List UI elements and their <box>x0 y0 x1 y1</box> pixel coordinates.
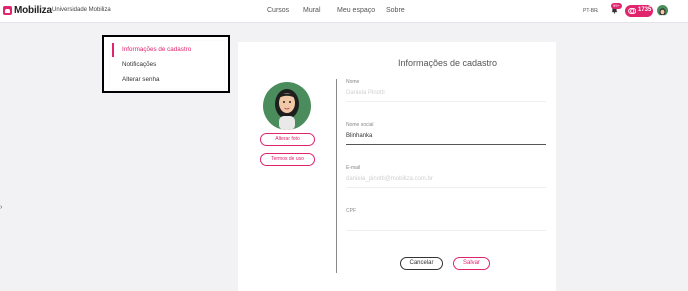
points-value: 1735 <box>638 7 652 13</box>
chevron-down-icon[interactable]: ⌄ <box>595 8 599 14</box>
profile-avatar <box>263 82 311 130</box>
nav-link-mural[interactable]: Mural <box>303 7 321 14</box>
mobiliza-logo-icon[interactable] <box>3 6 12 15</box>
logo-text[interactable]: Mobiliza <box>14 5 52 16</box>
nav-link-cursos[interactable]: Cursos <box>267 7 289 14</box>
field-label-cpf: CPF <box>346 208 356 214</box>
save-button[interactable]: Salvar <box>453 257 490 270</box>
points-badge[interactable]: 1735 <box>625 5 653 17</box>
profile-card: Informações de cadastro Alterar foto Ter… <box>238 42 556 291</box>
nav-link-sobre[interactable]: Sobre <box>386 7 405 14</box>
settings-menu-frame: Informações de cadastro Notificações Alt… <box>102 35 230 93</box>
field-input-nome[interactable]: Daniela Pinotti <box>346 90 546 102</box>
user-avatar[interactable] <box>657 5 668 16</box>
field-input-email[interactable]: daniela_pinotti@mobiliza.com.br <box>346 176 546 188</box>
coins-icon <box>628 7 636 15</box>
field-input-cpf[interactable] <box>346 219 546 231</box>
field-label-email: E-mail <box>346 165 361 171</box>
nav-link-meu-espaco[interactable]: Meu espaço <box>337 7 375 14</box>
terms-of-use-button[interactable]: Termos de uso <box>260 153 315 166</box>
field-input-nome-social[interactable]: Blinhanka <box>346 133 546 145</box>
notification-badge: 99+ <box>611 3 622 9</box>
menu-item-notificacoes[interactable]: Notificações <box>112 58 222 71</box>
menu-item-alterar-senha[interactable]: Alterar senha <box>112 73 222 86</box>
top-navigation-bar: Mobiliza Universidade Mobiliza Cursos Mu… <box>0 0 688 23</box>
page-title: Informações de cadastro <box>398 58 498 68</box>
organization-name: Universidade Mobiliza <box>52 7 111 13</box>
field-label-nome-social: Nome social <box>346 122 374 128</box>
change-photo-button[interactable]: Alterar foto <box>260 133 315 146</box>
edge-chevron-icon: › <box>0 204 3 211</box>
cancel-button[interactable]: Cancelar <box>400 257 443 270</box>
vertical-divider <box>336 79 337 273</box>
avatar-illustration-icon <box>275 89 299 130</box>
field-label-nome: Nome <box>346 79 360 85</box>
avatar-illustration-icon <box>659 8 666 16</box>
menu-item-informacoes-cadastro[interactable]: Informações de cadastro <box>112 43 222 57</box>
